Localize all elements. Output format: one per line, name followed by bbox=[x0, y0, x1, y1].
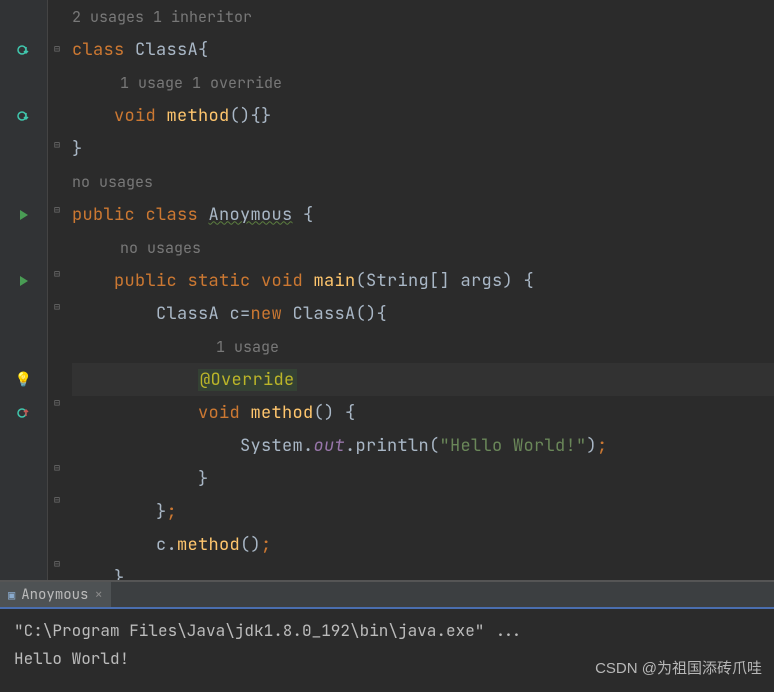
fold-spacer bbox=[48, 354, 66, 386]
close-icon[interactable]: × bbox=[94, 586, 102, 604]
usage-hint[interactable]: no usages bbox=[72, 238, 201, 258]
fold-end-icon[interactable]: ⊟ bbox=[48, 548, 66, 580]
fold-expanded-icon[interactable]: ⊟ bbox=[48, 258, 66, 290]
gutter-spacer bbox=[0, 132, 47, 165]
code-line[interactable]: }; bbox=[72, 495, 774, 528]
code-line[interactable]: void method(){} bbox=[72, 99, 774, 132]
gutter: 💡 bbox=[0, 0, 48, 580]
gutter-spacer bbox=[0, 231, 47, 264]
gutter-spacer bbox=[0, 165, 47, 198]
fold-spacer bbox=[48, 419, 66, 451]
fold-end-icon[interactable]: ⊟ bbox=[48, 483, 66, 515]
code-line[interactable]: public class Anoymous { bbox=[72, 198, 774, 231]
application-icon: ▣ bbox=[8, 587, 15, 603]
fold-expanded-icon[interactable]: ⊟ bbox=[48, 290, 66, 322]
code-line[interactable]: c.method(); bbox=[72, 528, 774, 561]
code-line[interactable]: void method() { bbox=[72, 396, 774, 429]
intention-bulb-icon[interactable]: 💡 bbox=[0, 363, 47, 396]
fold-spacer bbox=[48, 516, 66, 548]
code-line[interactable]: } bbox=[72, 132, 774, 165]
fold-expanded-icon[interactable]: ⊟ bbox=[48, 32, 66, 64]
code-line-highlighted[interactable]: @Override bbox=[72, 363, 774, 396]
console-command-line: "C:\Program Files\Java\jdk1.8.0_192\bin\… bbox=[14, 617, 760, 645]
fold-spacer bbox=[48, 97, 66, 129]
fold-spacer bbox=[48, 322, 66, 354]
fold-spacer bbox=[48, 0, 66, 32]
fold-end-icon[interactable]: ⊟ bbox=[48, 451, 66, 483]
fold-expanded-icon[interactable]: ⊟ bbox=[48, 387, 66, 419]
run-tab[interactable]: ▣ Anoymous × bbox=[0, 582, 111, 607]
gutter-spacer bbox=[0, 0, 47, 33]
usage-hint[interactable]: 2 usages 1 inheritor bbox=[72, 7, 252, 27]
inherited-icon[interactable] bbox=[0, 33, 47, 66]
fold-end-icon[interactable]: ⊟ bbox=[48, 129, 66, 161]
gutter-spacer bbox=[0, 66, 47, 99]
overridden-icon[interactable] bbox=[0, 99, 47, 132]
run-class-icon[interactable] bbox=[0, 198, 47, 231]
fold-gutter: ⊟ ⊟ ⊟ ⊟ ⊟ ⊟ ⊟ ⊟ ⊟ bbox=[48, 0, 66, 580]
usage-hint[interactable]: 1 usage bbox=[72, 337, 279, 357]
code-line[interactable]: System.out.println("Hello World!"); bbox=[72, 429, 774, 462]
code-line[interactable]: ClassA c=new ClassA(){ bbox=[72, 297, 774, 330]
fold-spacer bbox=[48, 64, 66, 96]
run-tab-bar: ▣ Anoymous × bbox=[0, 581, 774, 609]
usage-hint[interactable]: no usages bbox=[72, 172, 153, 192]
gutter-spacer bbox=[0, 330, 47, 363]
code-line[interactable]: } bbox=[72, 561, 774, 580]
code-line[interactable]: class ClassA{ bbox=[72, 33, 774, 66]
code-editor[interactable]: 💡 ⊟ ⊟ ⊟ ⊟ ⊟ ⊟ ⊟ ⊟ ⊟ 2 usages 1 inheritor… bbox=[0, 0, 774, 580]
fold-spacer bbox=[48, 226, 66, 258]
run-main-icon[interactable] bbox=[0, 264, 47, 297]
fold-spacer bbox=[48, 161, 66, 193]
overriding-icon[interactable] bbox=[0, 396, 47, 429]
fold-expanded-icon[interactable]: ⊟ bbox=[48, 193, 66, 225]
usage-hint[interactable]: 1 usage 1 override bbox=[72, 73, 282, 93]
run-tab-label: Anoymous bbox=[21, 586, 88, 604]
watermark: CSDN @为祖国添砖爪哇 bbox=[595, 657, 762, 678]
code-line[interactable]: } bbox=[72, 462, 774, 495]
code-line[interactable]: public static void main(String[] args) { bbox=[72, 264, 774, 297]
code-lines[interactable]: 2 usages 1 inheritor class ClassA{ 1 usa… bbox=[66, 0, 774, 580]
gutter-spacer bbox=[0, 297, 47, 330]
